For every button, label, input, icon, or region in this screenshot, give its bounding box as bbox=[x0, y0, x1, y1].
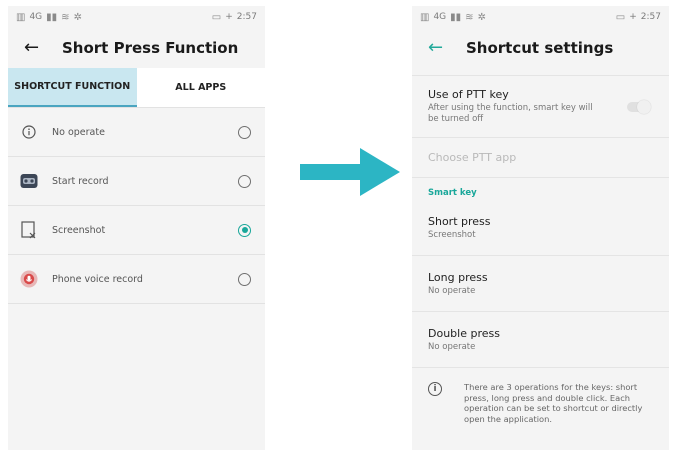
scrolled-section-divider bbox=[412, 68, 669, 76]
info-note: i There are 3 operations for the keys: s… bbox=[412, 368, 669, 424]
battery-icon: ▭ bbox=[615, 11, 626, 23]
option-label: No operate bbox=[52, 126, 105, 138]
double-press-value: No operate bbox=[428, 341, 476, 352]
tab-shortcut-function[interactable]: SHORTCUT FUNCTION bbox=[8, 68, 137, 107]
tab-all-apps[interactable]: ALL APPS bbox=[137, 68, 266, 107]
info-icon bbox=[20, 123, 38, 141]
ptt-toggle[interactable] bbox=[627, 99, 651, 114]
info-text: There are 3 operations for the keys: sho… bbox=[464, 382, 643, 424]
smart-key-section-header: Smart key bbox=[428, 188, 477, 198]
back-arrow-icon[interactable]: ← bbox=[428, 39, 454, 57]
page-title: Shortcut settings bbox=[466, 39, 614, 57]
transition-arrow-icon bbox=[300, 148, 400, 200]
short-press-value: Screenshot bbox=[428, 229, 476, 240]
page-title: Short Press Function bbox=[62, 39, 239, 57]
short-press-title: Short press bbox=[428, 214, 491, 228]
carrier-label: 4G bbox=[433, 12, 447, 22]
radio-screenshot[interactable] bbox=[238, 223, 251, 237]
app-bar: ← Short Press Function bbox=[8, 28, 265, 68]
ptt-key-row[interactable]: Use of PTT key After using the function,… bbox=[412, 76, 669, 138]
ptt-subtitle: After using the function, smart key will… bbox=[428, 103, 593, 124]
choose-ptt-app-row: Choose PTT app bbox=[412, 138, 669, 178]
short-press-row[interactable]: Short press Screenshot bbox=[412, 200, 669, 256]
settings-icon: ✲ bbox=[73, 11, 82, 23]
app-bar: ← Shortcut settings bbox=[412, 28, 669, 68]
option-label: Start record bbox=[52, 175, 109, 187]
radio-phone-voice-record[interactable] bbox=[238, 272, 251, 286]
option-no-operate[interactable]: No operate bbox=[8, 108, 265, 157]
long-press-row[interactable]: Long press No operate bbox=[412, 256, 669, 312]
radio-no-operate[interactable] bbox=[238, 125, 251, 139]
long-press-value: No operate bbox=[428, 285, 476, 296]
wifi-icon: ≋ bbox=[61, 11, 70, 23]
tab-bar: SHORTCUT FUNCTION ALL APPS bbox=[8, 68, 265, 108]
option-label: Screenshot bbox=[52, 224, 106, 236]
option-start-record[interactable]: Start record bbox=[8, 157, 265, 206]
back-arrow-icon[interactable]: ← bbox=[24, 39, 50, 57]
choose-ptt-label: Choose PTT app bbox=[428, 151, 517, 164]
status-bar: ▥ 4G ▮▮ ≋ ✲ ▭ + 2:57 bbox=[412, 6, 669, 28]
screenshot-icon bbox=[20, 221, 38, 239]
option-label: Phone voice record bbox=[52, 273, 143, 285]
signal-icon: ▥ bbox=[16, 11, 26, 23]
battery-icon: ▭ bbox=[211, 11, 222, 23]
long-press-title: Long press bbox=[428, 270, 488, 284]
wifi-icon: ≋ bbox=[465, 11, 474, 23]
status-bar: ▥ 4G ▮▮ ≋ ✲ ▭ + 2:57 bbox=[8, 6, 265, 28]
info-icon: i bbox=[428, 382, 442, 396]
option-phone-voice-record[interactable]: Phone voice record bbox=[8, 255, 265, 304]
voice-record-app-icon bbox=[20, 270, 38, 288]
signal-bars-icon: ▮▮ bbox=[450, 11, 462, 23]
option-screenshot[interactable]: Screenshot bbox=[8, 206, 265, 255]
double-press-title: Double press bbox=[428, 326, 500, 340]
signal-icon: ▥ bbox=[420, 11, 430, 23]
carrier-label: 4G bbox=[29, 12, 43, 22]
battery-charging-label: + bbox=[629, 12, 637, 22]
clock: 2:57 bbox=[640, 12, 661, 22]
shortcut-settings-screen: ▥ 4G ▮▮ ≋ ✲ ▭ + 2:57 ← Shortcut settings… bbox=[412, 6, 669, 450]
settings-icon: ✲ bbox=[477, 11, 486, 23]
record-app-icon bbox=[20, 172, 38, 190]
clock: 2:57 bbox=[236, 12, 257, 22]
battery-charging-label: + bbox=[225, 12, 233, 22]
double-press-row[interactable]: Double press No operate bbox=[412, 312, 669, 368]
ptt-title: Use of PTT key bbox=[428, 88, 509, 101]
signal-bars-icon: ▮▮ bbox=[46, 11, 58, 23]
short-press-function-screen: ▥ 4G ▮▮ ≋ ✲ ▭ + 2:57 ← Short Press Funct… bbox=[8, 6, 265, 450]
radio-start-record[interactable] bbox=[238, 174, 251, 188]
